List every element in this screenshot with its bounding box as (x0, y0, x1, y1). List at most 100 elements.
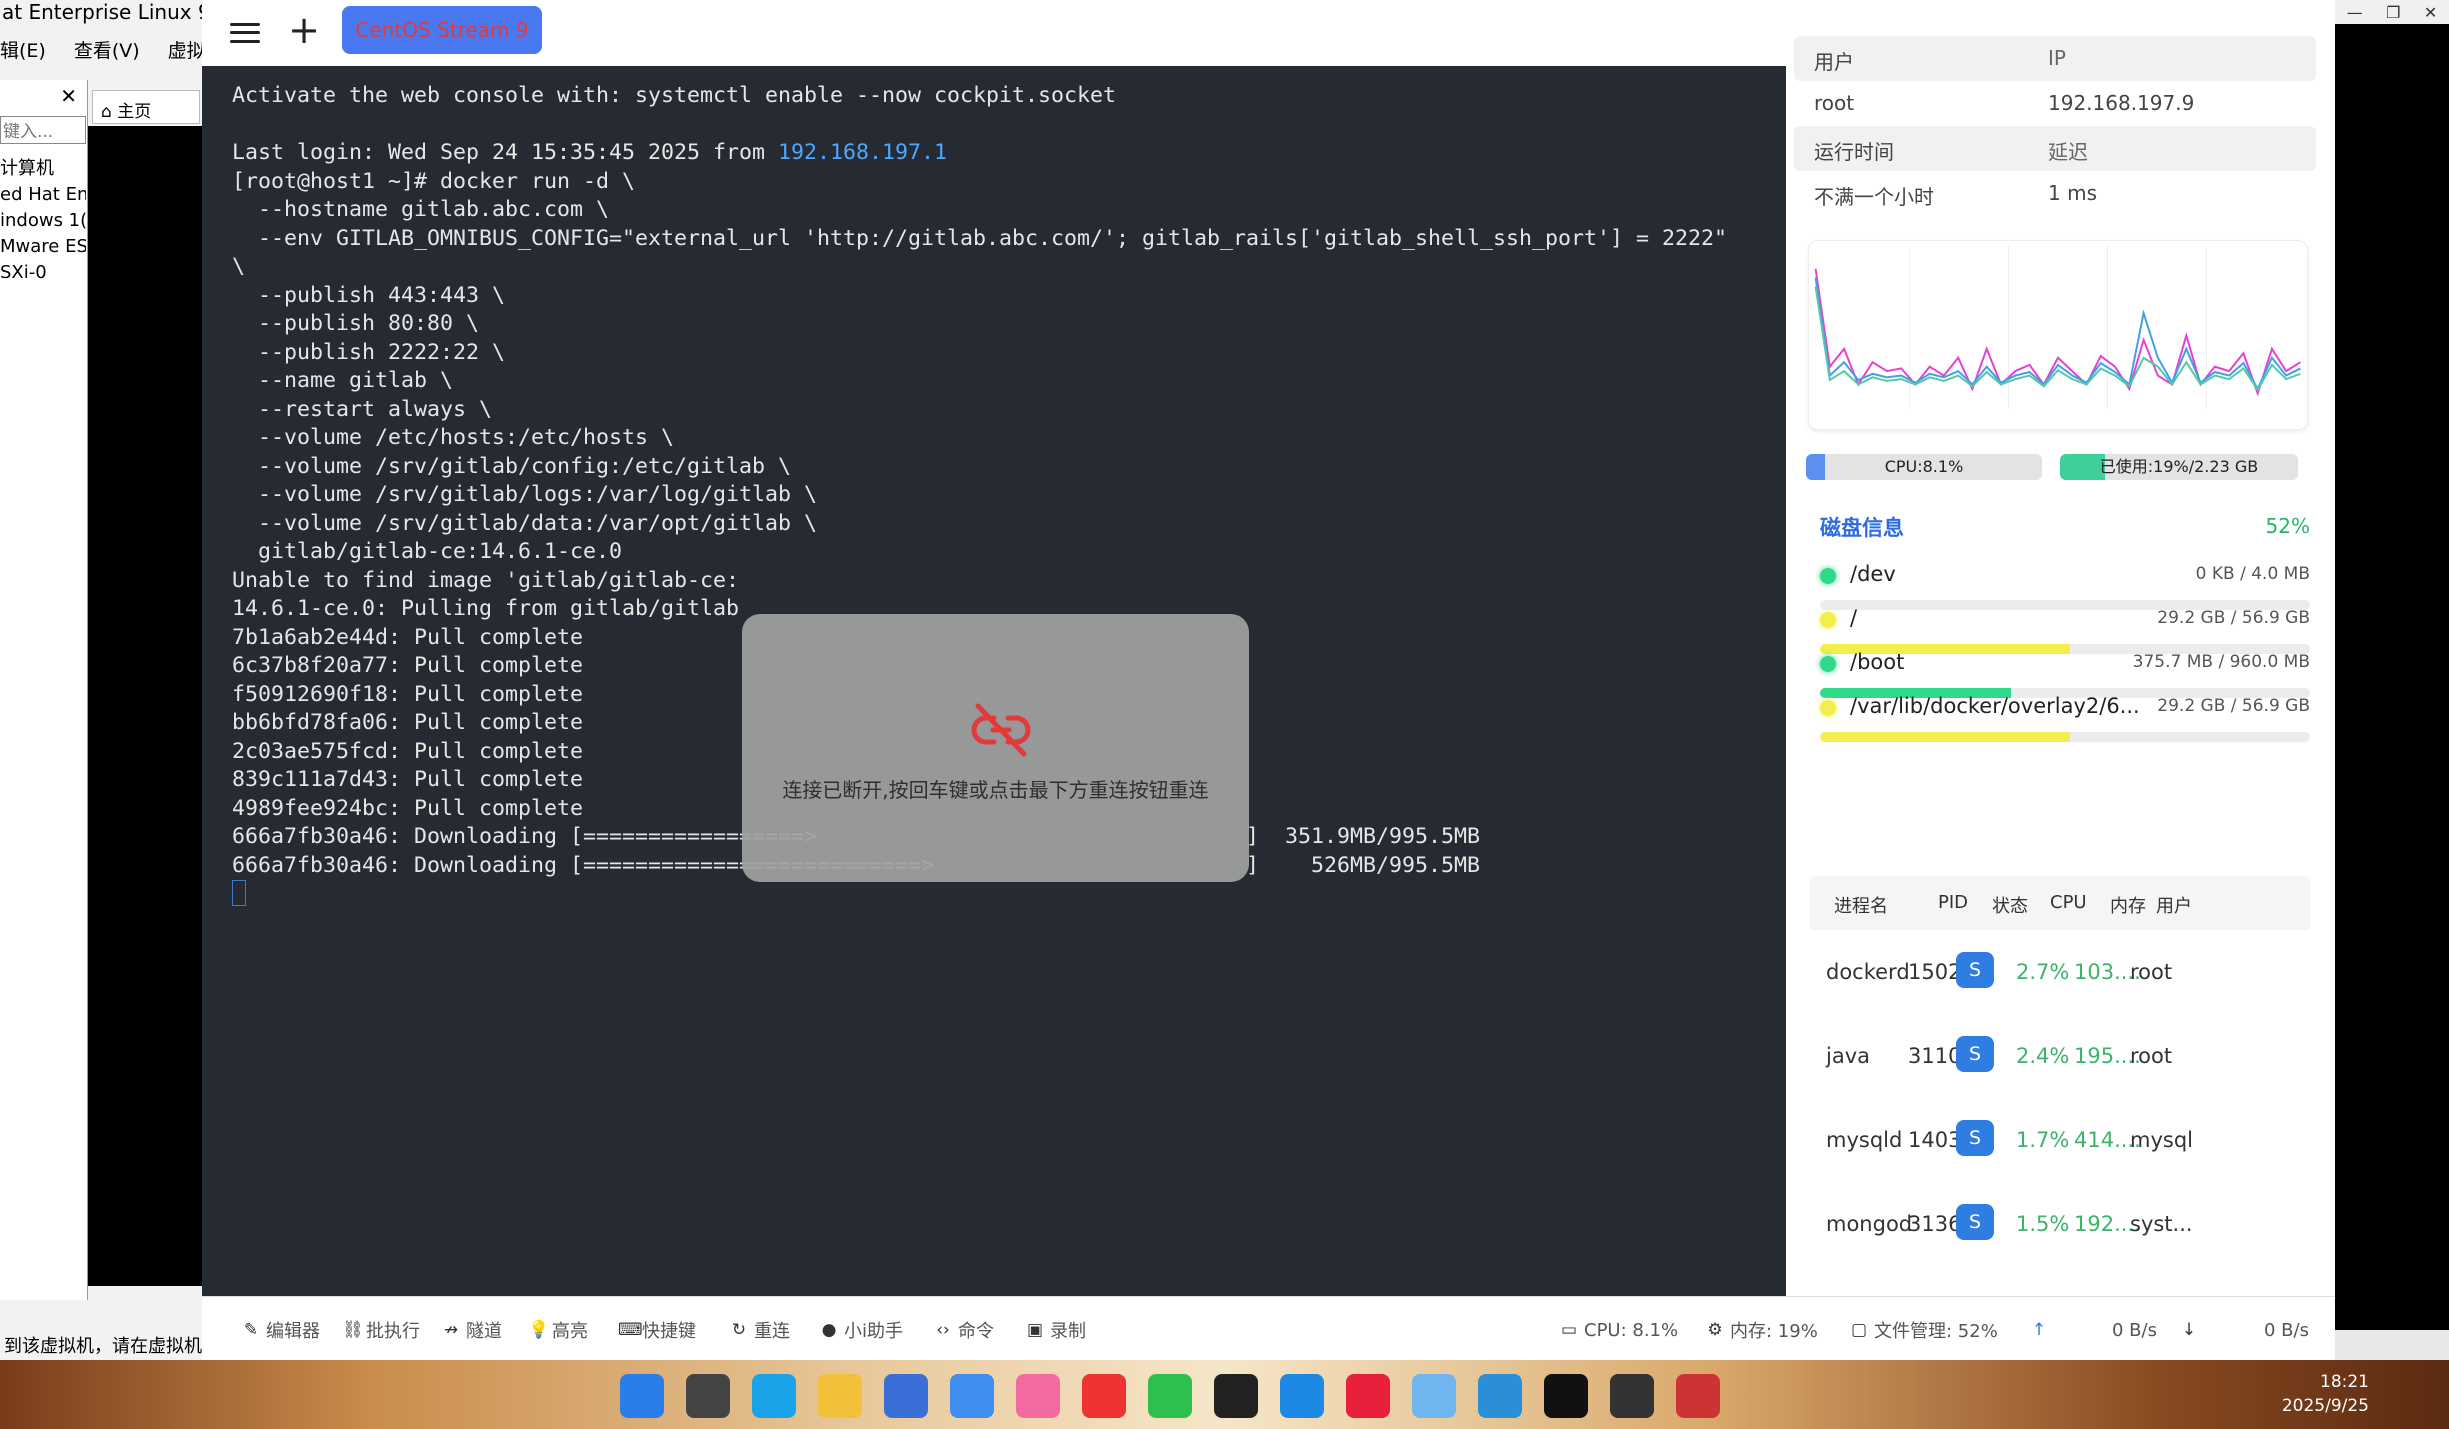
editor-button[interactable]: ✎ 编辑器 (242, 1317, 320, 1343)
server-info-row: 不满一个小时 1 ms (1794, 171, 2316, 216)
windows-start-icon[interactable] (620, 1374, 664, 1418)
library-search-input[interactable]: 键入... (0, 116, 86, 144)
table-row[interactable]: mongod 3136 S 1.5% 192.... syst... (1810, 1182, 2310, 1266)
folder-icon: ▢ (1850, 1320, 1868, 1340)
vmware-library: ✕ 键入... 计算机 ed Hat Ent indows 1( Mware E… (0, 80, 88, 1300)
col-pid[interactable]: PID (1938, 892, 1968, 913)
tunnel-button[interactable]: ↛ 隧道 (442, 1317, 502, 1343)
proc-name: dockerd (1826, 960, 1910, 984)
reconnect-button[interactable]: ↻ 重连 (730, 1317, 790, 1343)
disk-status-dot (1820, 656, 1836, 672)
server-info-key: 不满一个小时 (1814, 185, 1934, 209)
link-broken-icon (971, 703, 1031, 757)
batch-button[interactable]: ⛓ 批执行 (342, 1317, 420, 1343)
new-session-button[interactable]: + (286, 10, 322, 50)
record-button[interactable]: ▣ 录制 (1026, 1317, 1086, 1343)
proc-user: root (2130, 960, 2173, 984)
window-controls: — ❐ ✕ (2335, 0, 2449, 24)
assistant-icon: ● (821, 1320, 837, 1340)
tunnel-icon: ↛ (443, 1320, 459, 1340)
vmware-menu-edit[interactable]: 辑(E) (0, 36, 46, 66)
library-item[interactable]: ed Hat Ent (0, 182, 86, 208)
server-info-key: root (1814, 91, 1855, 115)
server-info-value: 延迟 (2048, 140, 2088, 164)
wechat-icon[interactable] (1148, 1374, 1192, 1418)
assistant-label: 小i助手 (844, 1321, 904, 1342)
highlight-label: 高亮 (552, 1321, 588, 1342)
minimize-icon[interactable]: — (2347, 3, 2363, 22)
col-mem[interactable]: 内存 (2110, 892, 2146, 918)
table-row[interactable]: java 3110 S 2.4% 195.... root (1810, 1014, 2310, 1098)
yandex-icon[interactable] (1346, 1374, 1390, 1418)
disk-mount: /dev (1850, 562, 1896, 586)
vmware-menu-view[interactable]: 查看(V) (74, 36, 140, 66)
vmware-right-area (2335, 0, 2449, 1360)
col-user[interactable]: 用户 (2156, 892, 2192, 918)
task-view-icon[interactable] (686, 1374, 730, 1418)
command-button[interactable]: ‹› 命令 (934, 1317, 994, 1343)
terminal-line: --publish 2222:22 \ (232, 339, 506, 365)
qq-icon[interactable] (1214, 1374, 1258, 1418)
keyboard-icon: ⌨ (618, 1320, 643, 1340)
proc-user: mysql (2130, 1128, 2193, 1152)
folder-icon[interactable] (818, 1374, 862, 1418)
library-item[interactable]: indows 1( (0, 208, 86, 234)
library-item[interactable]: 计算机 (0, 156, 86, 182)
table-row[interactable]: dockerd 1502 S 2.7% 103.... root (1810, 930, 2310, 1014)
proc-cpu: 1.7% (2016, 1128, 2070, 1152)
table-row[interactable]: mysqld 1403 S 1.7% 414.... mysql (1810, 1098, 2310, 1182)
col-cpu[interactable]: CPU (2050, 892, 2087, 913)
vmware-status-bar: 到该虚拟机，请在虚拟机 (0, 1328, 204, 1360)
wps-icon[interactable] (1082, 1374, 1126, 1418)
link-icon: ⛓ (342, 1320, 364, 1340)
server-info-value: IP (2048, 46, 2066, 70)
server-info-row: 运行时间 延迟 (1794, 126, 2316, 171)
disk-status-dot (1820, 612, 1836, 628)
vmware-left-panel: at Enterprise Linux 9 64 辑(E) 查看(V) 虚拟机(… (0, 0, 242, 1360)
monitor-icon: ▭ (1560, 1320, 1578, 1340)
proc-state-badge: S (1956, 952, 1994, 988)
close-icon[interactable]: ✕ (2424, 3, 2437, 22)
server-info-row: 用户 IP (1794, 36, 2316, 81)
tab-home[interactable]: ⌂ 主页 (92, 90, 200, 124)
system-clock[interactable]: 18:21 2025/9/25 (2282, 1370, 2369, 1418)
snipping-icon[interactable] (1676, 1374, 1720, 1418)
process-table: 进程名 PID 状态 CPU 内存 用户 dockerd 1502 S 2.7% 103… (1810, 876, 2310, 1266)
restore-icon[interactable]: ❐ (2386, 3, 2400, 22)
batch-label: 批执行 (366, 1321, 420, 1342)
terminal-line: [root@host1 ~]# docker run -d \ (232, 168, 636, 194)
file-manager-button[interactable]: ▢ 文件管理: 52% (1850, 1317, 1998, 1343)
assistant-button[interactable]: ● 小i助手 (820, 1317, 903, 1343)
feishu-icon[interactable] (950, 1374, 994, 1418)
file-manager-label: 文件管理: 52% (1874, 1321, 1998, 1342)
server-info-value: 192.168.197.9 (2048, 91, 2195, 115)
terminal-line: --volume /srv/gitlab/config:/etc/gitlab … (232, 453, 792, 479)
edge-icon[interactable] (752, 1374, 796, 1418)
session-tab[interactable]: CentOS Stream 9 (342, 6, 542, 54)
shortcut-button[interactable]: ⌨ 快捷键 (618, 1317, 696, 1343)
library-item[interactable]: SXi-0 (0, 260, 86, 286)
disk-usage-fill (1820, 732, 2070, 742)
speedometer-icon[interactable] (1610, 1374, 1654, 1418)
disk-usage-bar (1820, 732, 2310, 742)
record-label: 录制 (1050, 1321, 1086, 1342)
vmware-icon[interactable] (1478, 1374, 1522, 1418)
process-rows: dockerd 1502 S 2.7% 103.... root java 3110 S 2.4%… (1810, 930, 2310, 1266)
terminal-line: Last login: Wed Sep 24 15:35:45 2025 fro… (232, 139, 1727, 168)
menu-icon[interactable] (228, 16, 262, 50)
dingtalk-icon[interactable] (1280, 1374, 1324, 1418)
baidu-netdisk-icon[interactable] (1412, 1374, 1456, 1418)
bilibili-icon[interactable] (1016, 1374, 1060, 1418)
disk-mount: / (1850, 606, 1858, 630)
proc-name: mongod (1826, 1212, 1913, 1236)
col-state[interactable]: 状态 (1992, 892, 2028, 918)
highlight-button[interactable]: 💡 高亮 (528, 1317, 588, 1343)
disk-status-dot (1820, 700, 1836, 716)
terminal-app-icon[interactable] (1544, 1374, 1588, 1418)
terminal[interactable]: Activate the web console with: systemctl… (202, 66, 1786, 1296)
disconnect-dialog[interactable]: 连接已断开,按回车键或点击最下方重连按钮重连 (742, 614, 1249, 882)
library-item[interactable]: Mware ESX (0, 234, 86, 260)
store-icon[interactable] (884, 1374, 928, 1418)
close-icon[interactable]: ✕ (60, 84, 77, 108)
col-name[interactable]: 进程名 (1834, 892, 1888, 918)
